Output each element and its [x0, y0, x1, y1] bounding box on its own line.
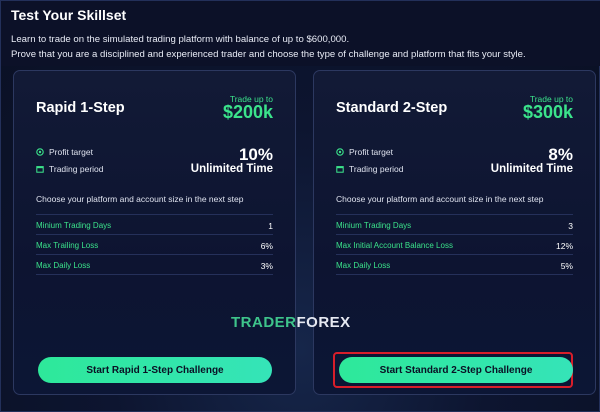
card-title: Rapid 1-Step: [36, 100, 125, 116]
target-icon: [336, 148, 344, 156]
start-rapid-challenge-button[interactable]: Start Rapid 1-Step Challenge: [38, 357, 272, 383]
stat-label: Minium Trading Days: [36, 221, 112, 230]
divider: [36, 274, 273, 275]
challenge-card-rapid: Rapid 1-Step Trade up to $200k Profit ta…: [13, 70, 296, 395]
divider: [336, 274, 573, 275]
divider: [36, 254, 273, 255]
stat-value: 3: [568, 221, 573, 231]
trade-amount: $300k: [522, 102, 573, 122]
trading-period-value: Unlimited Time: [190, 163, 273, 175]
trade-amount: $200k: [222, 102, 273, 122]
watermark-part-1: TRADER: [231, 314, 297, 331]
intro-text: Learn to trade on the simulated trading …: [11, 32, 591, 62]
divider: [36, 214, 273, 215]
watermark-logo: TRADERFOREX: [231, 314, 351, 331]
profit-target-row: Profit target: [36, 147, 93, 157]
choose-text: Choose your platform and account size in…: [36, 194, 244, 204]
divider: [336, 254, 573, 255]
trading-period-value: Unlimited Time: [490, 163, 573, 175]
stat-label: Minium Trading Days: [336, 221, 412, 230]
card-title: Standard 2-Step: [336, 100, 448, 116]
stat-value: 1: [268, 221, 273, 231]
profit-target-label: Profit target: [349, 147, 393, 157]
start-standard-challenge-button[interactable]: Start Standard 2-Step Challenge: [339, 357, 573, 383]
stat-value: 3%: [260, 261, 273, 271]
intro-line-1: Learn to trade on the simulated trading …: [11, 34, 350, 45]
watermark-part-2: FOREX: [296, 314, 351, 331]
calendar-icon: [36, 166, 44, 173]
target-icon: [36, 148, 44, 156]
stat-value: 5%: [560, 261, 573, 271]
profit-target-value: 10%: [238, 145, 273, 164]
stat-label: Max Trailing Loss: [36, 241, 99, 250]
stat-label: Max Initial Account Balance Loss: [336, 241, 453, 250]
calendar-icon: [336, 166, 344, 173]
page-title: Test Your Skillset: [11, 7, 127, 23]
stat-label: Max Daily Loss: [336, 261, 391, 270]
intro-line-2: Prove that you are a disciplined and exp…: [11, 49, 526, 60]
stat-value: 6%: [260, 241, 273, 251]
trading-period-label: Trading period: [49, 164, 104, 174]
choose-text: Choose your platform and account size in…: [336, 194, 544, 204]
profit-target-value: 8%: [548, 145, 573, 164]
profit-target-row: Profit target: [336, 147, 393, 157]
page: Test Your Skillset Learn to trade on the…: [0, 0, 600, 412]
stat-label: Max Daily Loss: [36, 261, 91, 270]
trading-period-row: Trading period: [36, 164, 104, 174]
trading-period-row: Trading period: [336, 164, 404, 174]
header: Test Your Skillset Learn to trade on the…: [1, 1, 600, 66]
divider: [336, 234, 573, 235]
divider: [36, 234, 273, 235]
trading-period-label: Trading period: [349, 164, 404, 174]
stat-value: 12%: [555, 241, 573, 251]
profit-target-label: Profit target: [49, 147, 93, 157]
divider: [336, 214, 573, 215]
challenge-card-standard: Standard 2-Step Trade up to $300k Profit…: [313, 70, 596, 395]
